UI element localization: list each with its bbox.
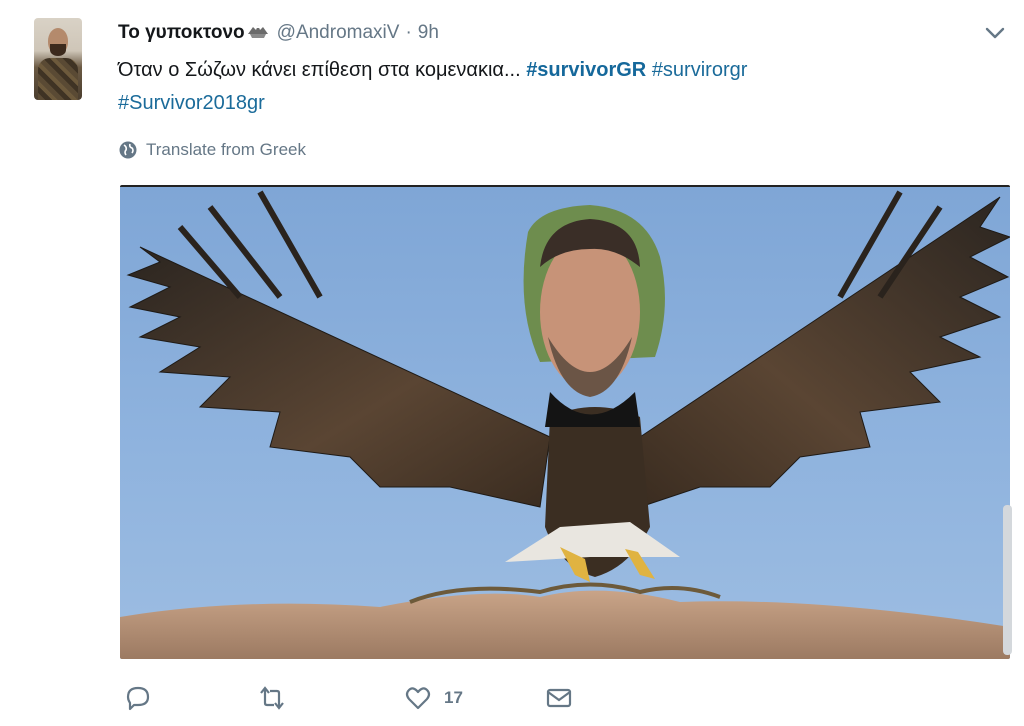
like-button[interactable]: 17 [404, 684, 463, 712]
tweet-header: Το γυποκτονο @AndromaxiV · 9h [118, 20, 439, 46]
timestamp[interactable]: 9h [418, 22, 439, 44]
eagle-tail [505, 522, 680, 562]
scrollbar-thumb[interactable] [1003, 505, 1012, 655]
display-name[interactable]: Το γυποκτονο [118, 22, 245, 44]
direct-message-button[interactable] [545, 684, 573, 712]
tweet-card: Το γυποκτονο @AndromaxiV · 9h Όταν ο Σώζ… [0, 0, 1024, 726]
eagle-emoji-icon [247, 22, 269, 40]
heart-icon [405, 687, 431, 710]
perch [120, 590, 1010, 659]
translate-label: Translate from Greek [146, 140, 306, 159]
eagle-photo [120, 190, 1010, 659]
right-wing [639, 190, 1010, 508]
tweet-text: Όταν ο Σώζων κάνει επίθεση στα κομενακια… [118, 54, 998, 120]
avatar-beard [50, 44, 66, 56]
translate-link[interactable]: Translate from Greek [118, 138, 306, 162]
avatar[interactable] [34, 18, 82, 100]
tweet-actions: 17 [0, 678, 1024, 718]
retweet-icon [260, 686, 284, 710]
face [540, 234, 640, 390]
left-wing [126, 190, 551, 508]
reply-button[interactable] [124, 684, 164, 712]
tweet-media-image[interactable] [120, 185, 1010, 659]
like-count: 17 [444, 688, 463, 707]
handle[interactable]: @AndromaxiV [277, 22, 400, 44]
chevron-down-icon[interactable] [982, 22, 1008, 44]
hashtag-link[interactable]: #survirorgr [652, 59, 748, 81]
avatar-body [38, 58, 78, 100]
hashtag-link[interactable]: #survivorGR [526, 59, 646, 81]
separator-dot: · [405, 22, 412, 43]
hashtag-link[interactable]: #Survivor2018gr [118, 92, 265, 114]
reply-icon [126, 686, 150, 711]
globe-icon [119, 141, 137, 159]
tweet-text-plain: Όταν ο Σώζων κάνει επίθεση στα κομενακια… [118, 59, 527, 81]
envelope-icon [546, 688, 572, 708]
retweet-button[interactable] [258, 684, 298, 712]
